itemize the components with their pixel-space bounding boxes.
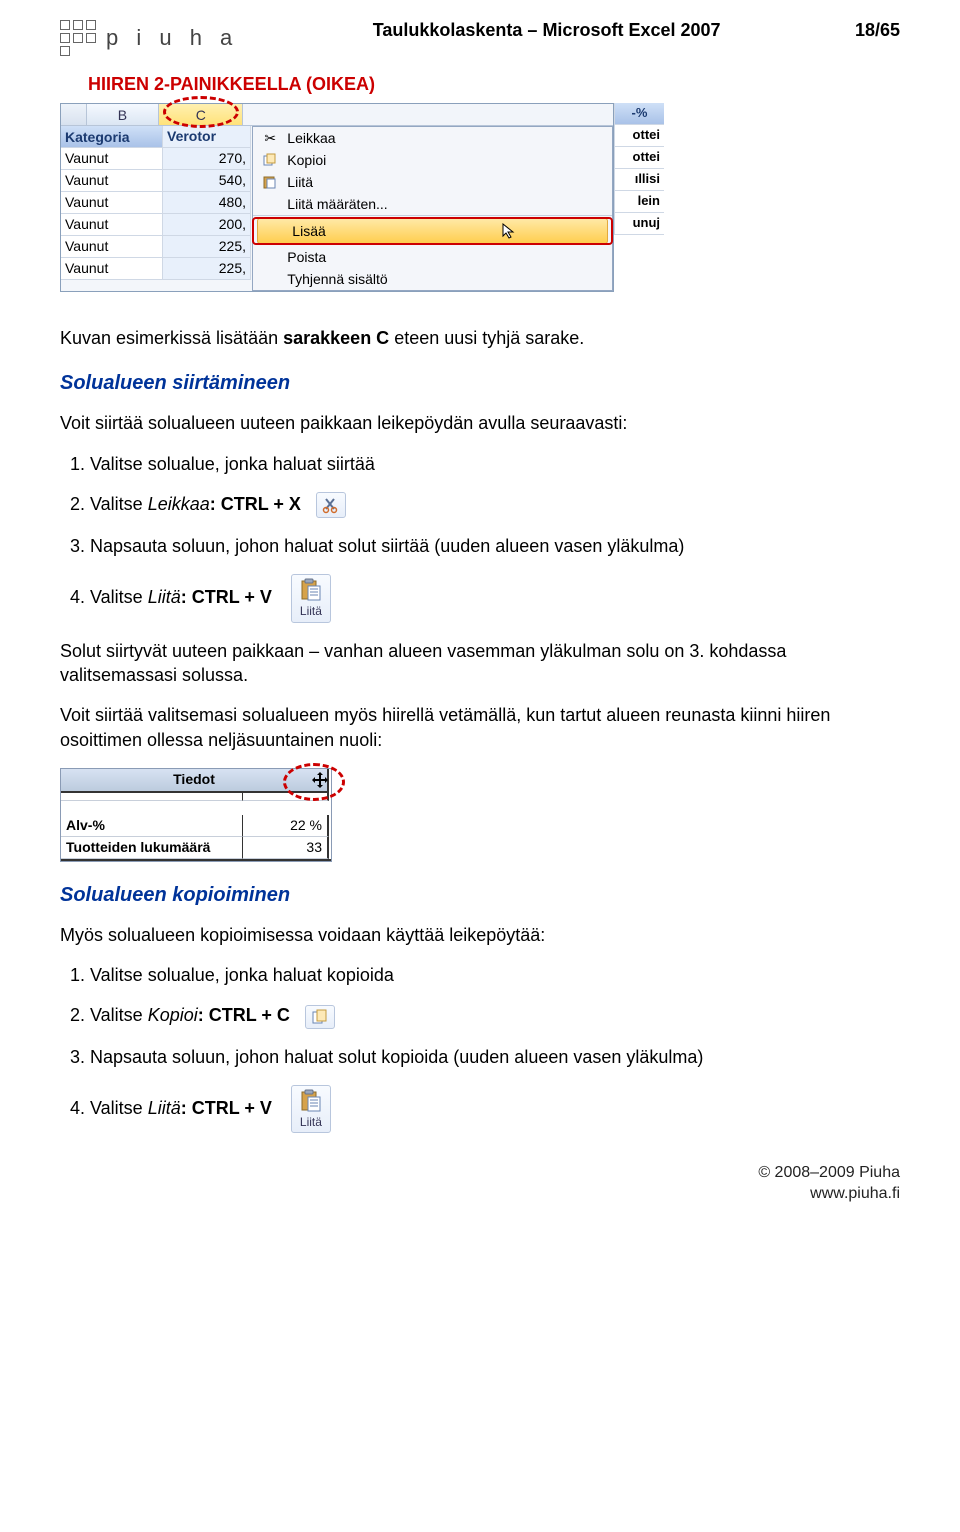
- column-header-b[interactable]: B: [87, 104, 160, 126]
- paste-button-label: Liitä: [300, 1114, 322, 1130]
- move-cursor-icon: [311, 771, 329, 792]
- table-cell[interactable]: Vaunut: [61, 192, 163, 214]
- table-cell[interactable]: 225,: [163, 258, 251, 280]
- paste-button-label: Liitä: [300, 603, 322, 619]
- annotation-right-click: HIIREN 2-PAINIKKEELLA (OIKEA): [88, 74, 900, 95]
- frag-cell: ottei: [614, 147, 664, 169]
- excel-screenshot-context-menu: B C Kategoria Verotor Vaunut270, Vaunut5…: [60, 103, 900, 310]
- paragraph: Voit siirtää solualueen uuteen paikkaan …: [60, 411, 900, 435]
- logo-text: p i u h a: [106, 25, 238, 51]
- menu-item-clear[interactable]: Tyhjennä sisältö: [253, 268, 612, 290]
- copy-button-icon[interactable]: [305, 1005, 335, 1029]
- clipboard-paste-icon: [298, 578, 324, 602]
- list-item: Napsauta soluun, johon haluat solut siir…: [90, 534, 900, 558]
- list-item: Valitse solualue, jonka haluat siirtää: [90, 452, 900, 476]
- list-item: Valitse Liitä: CTRL + V Liitä: [90, 574, 900, 622]
- table-cell[interactable]: Tuotteiden lukumäärä: [61, 837, 243, 859]
- copyright: © 2008–2009 Piuha: [60, 1163, 900, 1184]
- logo: p i u h a: [60, 20, 238, 56]
- table-cell[interactable]: Vaunut: [61, 170, 163, 192]
- list-item: Valitse Kopioi: CTRL + C: [90, 1003, 900, 1028]
- table-header-kategoria[interactable]: Kategoria: [61, 126, 163, 148]
- table-cell[interactable]: 33: [243, 837, 329, 859]
- menu-item-insert[interactable]: Lisää: [257, 218, 608, 244]
- menu-item-paste[interactable]: Liitä: [253, 171, 612, 193]
- table-header-veroton[interactable]: Verotor: [163, 126, 251, 148]
- frag-cell: ıllisi: [614, 169, 664, 191]
- context-menu: ✂ Leikkaa Kopioi Liitä: [252, 126, 613, 291]
- footer-url: www.piuha.fi: [60, 1184, 900, 1205]
- table-cell[interactable]: 225,: [163, 236, 251, 258]
- paste-button[interactable]: Liitä: [291, 1085, 331, 1133]
- list-item: Napsauta soluun, johon haluat solut kopi…: [90, 1045, 900, 1069]
- paragraph: Solut siirtyvät uuteen paikkaan – vanhan…: [60, 639, 900, 688]
- column-header-gap: [243, 104, 613, 126]
- scissors-icon: ✂: [261, 130, 279, 146]
- frag-cell: unuj: [614, 213, 664, 235]
- paste-icon: [261, 174, 279, 190]
- paste-button[interactable]: Liitä: [291, 574, 331, 622]
- menu-item-delete[interactable]: Poista: [253, 246, 612, 268]
- document-title: Taulukkolaskenta – Microsoft Excel 2007: [373, 20, 721, 41]
- excel-screenshot-drag: Tiedot Alv-% 22 % Tuotteiden lukumäärä 3…: [60, 768, 332, 862]
- column-header-c[interactable]: C: [159, 104, 243, 126]
- cursor-icon: [501, 222, 517, 245]
- section-title-move: Solualueen siirtämineen: [60, 372, 900, 395]
- table-cell[interactable]: Vaunut: [61, 258, 163, 280]
- cut-button-icon[interactable]: [316, 492, 346, 518]
- table-cell[interactable]: 270,: [163, 148, 251, 170]
- frag-cell: ottei: [614, 125, 664, 147]
- excel-right-fragment: -% ottei ottei ıllisi lein unuj: [614, 103, 664, 310]
- section-title-copy: Solualueen kopioiminen: [60, 884, 900, 907]
- table-cell[interactable]: Vaunut: [61, 214, 163, 236]
- frag-cell: -%: [614, 103, 664, 125]
- table-cell[interactable]: Alv-%: [61, 815, 243, 837]
- table-cell[interactable]: Vaunut: [61, 236, 163, 258]
- logo-icon: [60, 20, 96, 56]
- steps-list-copy: Valitse solualue, jonka haluat kopioida …: [90, 963, 900, 1133]
- page-number: 18/65: [855, 20, 900, 41]
- page-footer: © 2008–2009 Piuha www.piuha.fi: [60, 1163, 900, 1205]
- paragraph: Voit siirtää valitsemasi solualueen myös…: [60, 703, 900, 752]
- paragraph: Myös solualueen kopioimisessa voidaan kä…: [60, 923, 900, 947]
- table-cell[interactable]: 22 %: [243, 815, 329, 837]
- list-item: Valitse Leikkaa: CTRL + X: [90, 492, 900, 518]
- table-cell[interactable]: 540,: [163, 170, 251, 192]
- clipboard-paste-icon: [298, 1089, 324, 1113]
- table-cell[interactable]: Vaunut: [61, 148, 163, 170]
- copy-icon: [261, 152, 279, 168]
- table-cell[interactable]: 200,: [163, 214, 251, 236]
- frag-cell: lein: [614, 191, 664, 213]
- list-item: Valitse Liitä: CTRL + V Liitä: [90, 1085, 900, 1133]
- menu-item-cut[interactable]: ✂ Leikkaa: [253, 127, 612, 149]
- menu-item-paste-special[interactable]: Liitä määräten...: [253, 193, 612, 216]
- excel-data-table: Kategoria Verotor Vaunut270, Vaunut540, …: [61, 126, 252, 291]
- steps-list-move: Valitse solualue, jonka haluat siirtää V…: [90, 452, 900, 623]
- paragraph: Kuvan esimerkissä lisätään sarakkeen C e…: [60, 326, 900, 350]
- menu-item-copy[interactable]: Kopioi: [253, 149, 612, 171]
- table-title-tiedot[interactable]: Tiedot: [61, 769, 329, 793]
- page-header: p i u h a Taulukkolaskenta – Microsoft E…: [60, 20, 900, 56]
- table-cell[interactable]: 480,: [163, 192, 251, 214]
- list-item: Valitse solualue, jonka haluat kopioida: [90, 963, 900, 987]
